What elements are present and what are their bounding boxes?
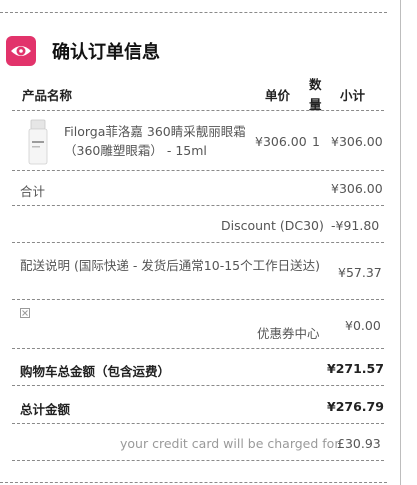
subtotal-value: ¥306.00 bbox=[331, 181, 383, 196]
divider bbox=[12, 299, 384, 300]
divider bbox=[12, 242, 384, 243]
product-thumbnail[interactable] bbox=[24, 118, 52, 166]
product-name-link[interactable]: Filorga菲洛嘉 360睛采靓丽眼霜（360雕塑眼霜） - 15ml bbox=[64, 122, 252, 160]
discount-value: -¥91.80 bbox=[331, 218, 380, 233]
cart-total-value: ¥271.57 bbox=[327, 361, 384, 376]
section-icon bbox=[6, 36, 36, 66]
eye-icon bbox=[11, 46, 31, 56]
panel-bottom-rule bbox=[0, 482, 387, 483]
table-header-price: 单价 bbox=[265, 88, 291, 103]
product-subtotal: ¥306.00 bbox=[331, 134, 383, 149]
cart-total-label: 购物车总金额（包含运费） bbox=[20, 364, 171, 379]
divider bbox=[12, 348, 384, 349]
divider bbox=[12, 205, 384, 206]
product-bottle-image bbox=[28, 119, 48, 165]
subtotal-label: 合计 bbox=[20, 184, 46, 199]
product-quantity: 1 bbox=[312, 134, 320, 149]
divider bbox=[12, 385, 384, 386]
grand-total-label: 总计金额 bbox=[20, 402, 71, 417]
grand-total-value: ¥276.79 bbox=[327, 399, 384, 414]
discount-label: Discount (DC30) bbox=[221, 218, 324, 233]
panel-top-rule bbox=[0, 12, 387, 13]
table-header-qty-line1: 数 bbox=[309, 77, 322, 92]
product-price: ¥306.00 bbox=[255, 134, 307, 149]
divider bbox=[12, 460, 384, 461]
credit-card-charge-value: £30.93 bbox=[337, 436, 381, 451]
coupon-value: ¥0.00 bbox=[345, 318, 381, 333]
checkbox-x-icon bbox=[22, 310, 28, 316]
credit-card-charge-note: your credit card will be charged for bbox=[120, 436, 340, 451]
divider bbox=[12, 170, 384, 171]
divider bbox=[12, 110, 384, 111]
table-header-product: 产品名称 bbox=[22, 88, 73, 103]
divider bbox=[12, 423, 384, 424]
page-title: 确认订单信息 bbox=[52, 42, 160, 63]
shipping-value: ¥57.37 bbox=[338, 265, 382, 280]
coupon-checkbox[interactable] bbox=[20, 308, 30, 318]
coupon-center-link[interactable]: 优惠券中心 bbox=[257, 323, 320, 342]
table-header-subtotal: 小计 bbox=[340, 88, 366, 103]
right-border bbox=[400, 0, 401, 485]
shipping-label: 配送说明 (国际快递 - 发货后通常10-15个工作日送达) bbox=[20, 258, 321, 273]
